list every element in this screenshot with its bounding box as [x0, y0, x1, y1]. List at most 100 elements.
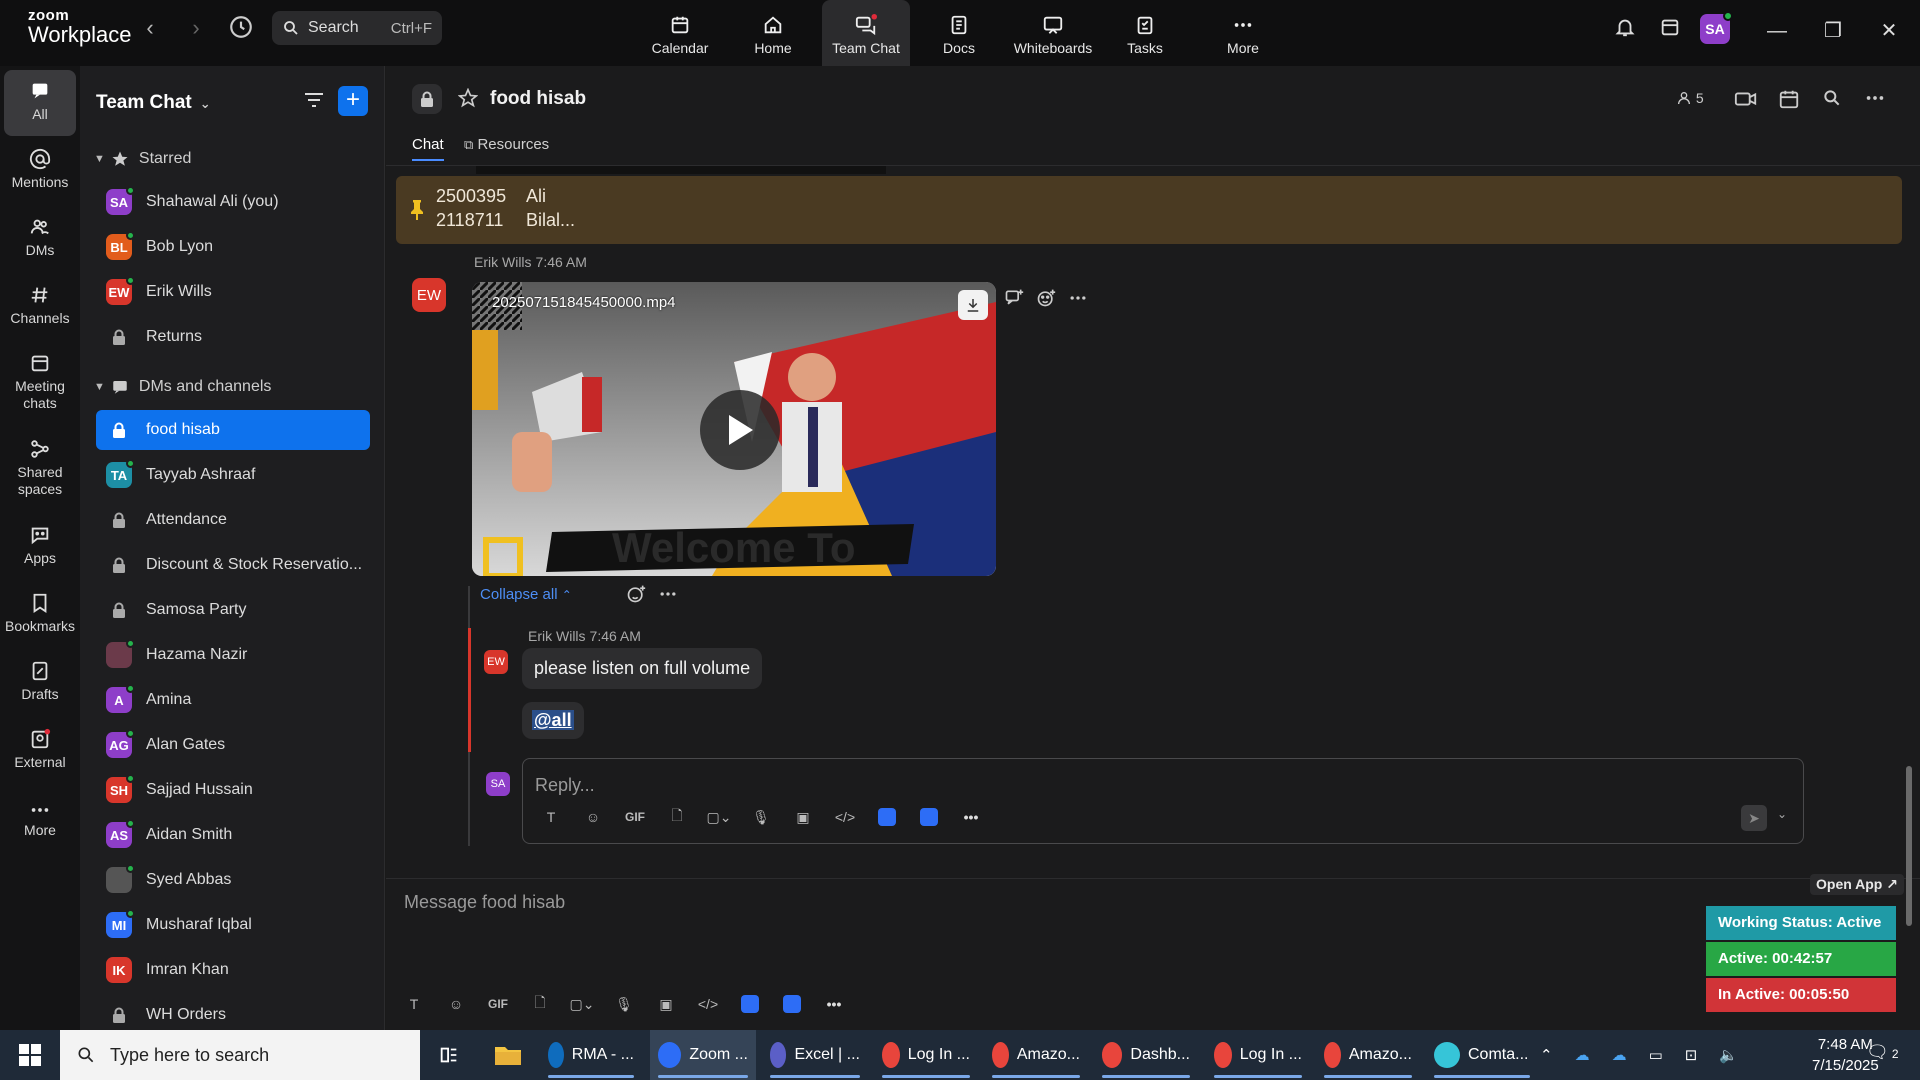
- app-icon[interactable]: [917, 805, 941, 829]
- file-explorer-icon[interactable]: [494, 1043, 522, 1072]
- more-icon[interactable]: [658, 584, 678, 604]
- onedrive-icon[interactable]: ☁: [1612, 1046, 1627, 1064]
- star-icon[interactable]: [457, 87, 479, 113]
- search-box[interactable]: Search Ctrl+F: [272, 11, 442, 45]
- back-arrow-icon[interactable]: ‹: [138, 16, 162, 40]
- chevron-up-icon[interactable]: ⌃: [1540, 1046, 1553, 1064]
- list-item[interactable]: IK Imran Khan: [96, 950, 370, 990]
- rail-mentions[interactable]: Mentions: [0, 148, 80, 191]
- nav-docs[interactable]: Docs: [924, 0, 994, 64]
- rail-apps[interactable]: Apps: [0, 524, 80, 567]
- restore-icon[interactable]: ❐: [1818, 16, 1848, 46]
- bell-icon[interactable]: [1610, 16, 1640, 46]
- task-view-icon[interactable]: [438, 1044, 460, 1071]
- play-button[interactable]: [700, 390, 780, 470]
- code-icon[interactable]: </>: [833, 805, 857, 829]
- taskbar-app[interactable]: Log In ...: [874, 1030, 978, 1080]
- rail-meeting-chats[interactable]: Meeting chats: [0, 352, 80, 412]
- battery-icon[interactable]: ▭: [1649, 1046, 1663, 1064]
- screenshot-icon[interactable]: ▢⌄: [570, 992, 595, 1016]
- list-item[interactable]: AS Aidan Smith: [96, 815, 370, 855]
- minimize-icon[interactable]: —: [1762, 16, 1792, 46]
- tab-chat[interactable]: Chat: [412, 136, 444, 161]
- message-bubble[interactable]: @all: [522, 702, 584, 739]
- list-item[interactable]: Syed Abbas: [96, 860, 370, 900]
- rail-drafts[interactable]: Drafts: [0, 660, 80, 703]
- code-icon[interactable]: </>: [696, 992, 720, 1016]
- rail-more[interactable]: More: [0, 802, 80, 839]
- channel-title[interactable]: food hisab: [490, 88, 586, 110]
- scrollbar[interactable]: [1906, 206, 1912, 1006]
- microphone-icon[interactable]: 🎙: [612, 992, 636, 1016]
- close-icon[interactable]: ✕: [1874, 16, 1904, 46]
- sidebar-title[interactable]: Team Chat ⌄: [96, 92, 211, 114]
- taskbar-app[interactable]: Comta...: [1426, 1030, 1538, 1080]
- list-item[interactable]: AG Alan Gates: [96, 725, 370, 765]
- emoji-icon[interactable]: ☺: [444, 992, 468, 1016]
- mention-all[interactable]: @all: [532, 710, 574, 730]
- section-dms-channels[interactable]: ▼ DMs and channels: [94, 374, 271, 400]
- app-icon[interactable]: [738, 992, 762, 1016]
- taskbar-app[interactable]: Excel | ...: [762, 1030, 868, 1080]
- chevron-down-icon[interactable]: ⌄: [1777, 807, 1787, 821]
- list-item[interactable]: food hisab: [96, 410, 370, 450]
- tab-resources[interactable]: ⧉ Resources: [464, 136, 549, 153]
- avatar[interactable]: EW: [412, 278, 446, 312]
- taskbar-app[interactable]: Zoom ...: [650, 1030, 756, 1080]
- pinned-message[interactable]: 2500395 Ali 2118711 Bilal...: [396, 176, 1902, 244]
- video-message-icon[interactable]: ▣: [791, 805, 815, 829]
- file-icon[interactable]: 🗋: [665, 805, 689, 829]
- video-icon[interactable]: [1734, 88, 1758, 113]
- history-icon[interactable]: [228, 14, 256, 42]
- list-item[interactable]: Hazama Nazir: [96, 635, 370, 675]
- scrollbar-thumb[interactable]: [1906, 766, 1912, 926]
- section-starred[interactable]: ▼ Starred: [94, 146, 191, 172]
- taskbar-app[interactable]: Dashb...: [1094, 1030, 1198, 1080]
- list-item[interactable]: WH Orders: [96, 995, 370, 1030]
- reply-thread-icon[interactable]: [1004, 288, 1024, 308]
- list-item[interactable]: SH Sajjad Hussain: [96, 770, 370, 810]
- rail-bookmarks[interactable]: Bookmarks: [0, 592, 80, 635]
- video-attachment[interactable]: Welcome To 20250715184545000​0.mp4: [472, 282, 996, 576]
- nav-home[interactable]: Home: [738, 0, 808, 64]
- nav-tasks[interactable]: Tasks: [1110, 0, 1180, 64]
- more-icon[interactable]: •••: [959, 805, 983, 829]
- rail-shared-spaces[interactable]: Shared spaces: [0, 438, 80, 498]
- rail-external[interactable]: External: [0, 728, 80, 771]
- list-item[interactable]: A Amina: [96, 680, 370, 720]
- gif-icon[interactable]: GIF: [623, 805, 647, 829]
- text-format-icon[interactable]: T: [402, 992, 426, 1016]
- message-input[interactable]: Message food hisab: [404, 892, 565, 913]
- more-icon[interactable]: [1068, 288, 1088, 308]
- rail-all[interactable]: All: [4, 70, 76, 136]
- list-item[interactable]: TA Tayyab Ashraaf: [96, 455, 370, 495]
- filter-icon[interactable]: [302, 88, 328, 114]
- calendar-status-icon[interactable]: [1655, 16, 1685, 46]
- avatar[interactable]: EW: [484, 650, 508, 674]
- file-icon[interactable]: 🗋: [528, 992, 552, 1016]
- reply-input-box[interactable]: Reply... T ☺ GIF 🗋 ▢⌄ 🎙 ▣ </> ••• ➤ ⌄: [522, 758, 1804, 844]
- taskbar-app[interactable]: RMA - ...: [540, 1030, 642, 1080]
- list-item[interactable]: Returns: [96, 317, 370, 357]
- list-item[interactable]: EW Erik Wills: [96, 272, 370, 312]
- members-button[interactable]: 5: [1676, 90, 1704, 109]
- microphone-icon[interactable]: 🎙: [749, 805, 773, 829]
- download-button[interactable]: [958, 290, 988, 320]
- gif-icon[interactable]: GIF: [486, 992, 510, 1016]
- taskbar-app[interactable]: Amazo...: [1316, 1030, 1420, 1080]
- avatar[interactable]: SA: [1700, 11, 1733, 44]
- taskbar-search[interactable]: Type here to search: [60, 1030, 420, 1080]
- onedrive-icon[interactable]: ☁: [1575, 1046, 1590, 1064]
- nav-calendar[interactable]: Calendar: [645, 0, 715, 64]
- screenshot-icon[interactable]: ▢⌄: [707, 805, 732, 829]
- list-item[interactable]: Attendance: [96, 500, 370, 540]
- emoji-add-icon[interactable]: [626, 584, 646, 604]
- text-format-icon[interactable]: T: [539, 805, 563, 829]
- video-message-icon[interactable]: ▣: [654, 992, 678, 1016]
- calendar-icon[interactable]: [1778, 88, 1800, 113]
- new-chat-button[interactable]: +: [338, 86, 368, 116]
- more-icon[interactable]: •••: [822, 992, 846, 1016]
- nav-team-chat[interactable]: Team Chat: [822, 0, 910, 66]
- app-icon[interactable]: [875, 805, 899, 829]
- taskbar-app[interactable]: Log In ...: [1206, 1030, 1310, 1080]
